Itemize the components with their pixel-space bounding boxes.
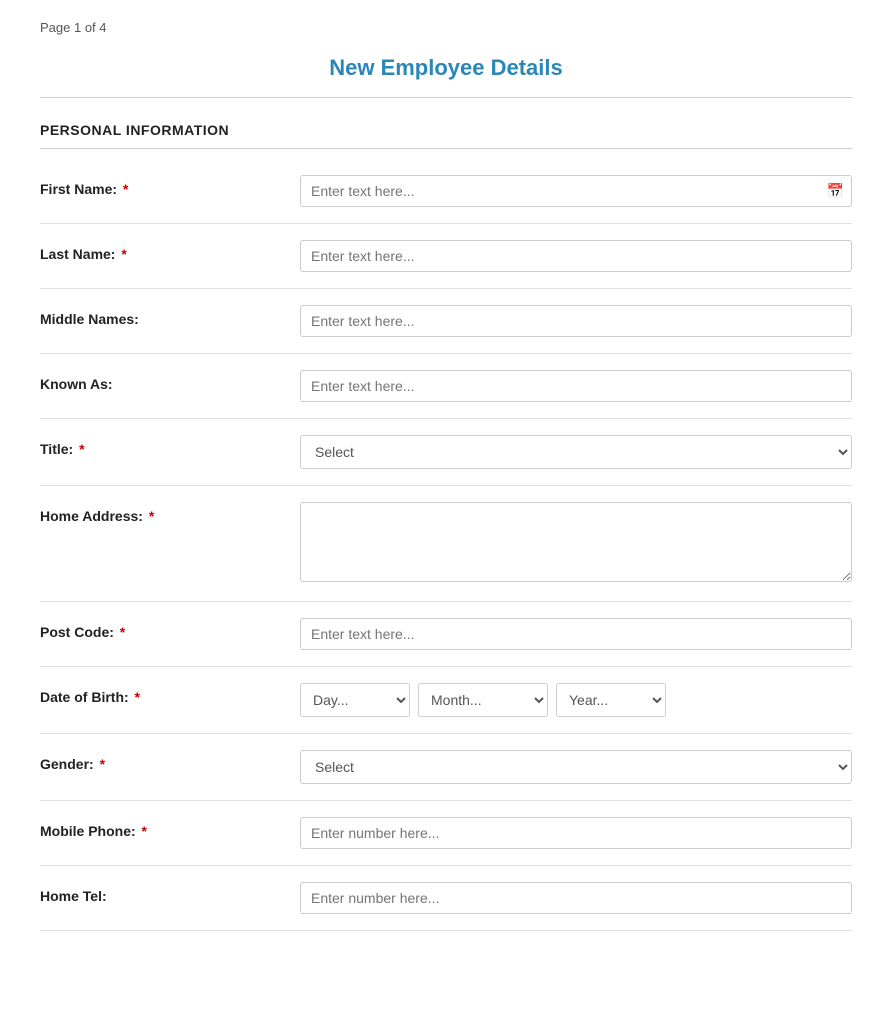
mobile-phone-input[interactable] <box>300 817 852 849</box>
label-mobile-phone: Mobile Phone: * <box>40 817 300 839</box>
required-star-post-code: * <box>116 624 125 640</box>
label-middle-names: Middle Names: <box>40 305 300 327</box>
field-mobile-phone <box>300 817 852 849</box>
required-star-first-name: * <box>119 181 128 197</box>
form-row-known-as: Known As: <box>40 354 852 419</box>
last-name-input[interactable] <box>300 240 852 272</box>
dob-row: Day... 12345 678910 1112131415 161718192… <box>300 683 852 717</box>
section-title-personal-info: PERSONAL INFORMATION <box>40 122 852 138</box>
label-date-of-birth: Date of Birth: * <box>40 683 300 705</box>
home-tel-input[interactable] <box>300 882 852 914</box>
label-home-tel: Home Tel: <box>40 882 300 904</box>
field-date-of-birth: Day... 12345 678910 1112131415 161718192… <box>300 683 852 717</box>
required-star-dob: * <box>131 689 140 705</box>
form-row-gender: Gender: * Select Male Female Non-binary … <box>40 734 852 801</box>
title-divider <box>40 97 852 98</box>
form-title: New Employee Details <box>40 55 852 81</box>
label-first-name: First Name: * <box>40 175 300 197</box>
label-home-address: Home Address: * <box>40 502 300 524</box>
calendar-icon: 📅 <box>827 183 844 200</box>
known-as-input[interactable] <box>300 370 852 402</box>
form-row-last-name: Last Name: * <box>40 224 852 289</box>
middle-names-input[interactable] <box>300 305 852 337</box>
title-select[interactable]: Select Mr Mrs Miss Ms Dr Prof <box>300 435 852 469</box>
form-row-home-address: Home Address: * <box>40 486 852 602</box>
first-name-input[interactable] <box>300 175 852 207</box>
form-row-home-tel: Home Tel: <box>40 866 852 931</box>
field-middle-names <box>300 305 852 337</box>
first-name-input-wrapper: 📅 <box>300 175 852 207</box>
dob-day-select[interactable]: Day... 12345 678910 1112131415 161718192… <box>300 683 410 717</box>
post-code-input[interactable] <box>300 618 852 650</box>
form-row-middle-names: Middle Names: <box>40 289 852 354</box>
form-row-first-name: First Name: * 📅 <box>40 159 852 224</box>
form-row-post-code: Post Code: * <box>40 602 852 667</box>
label-last-name: Last Name: * <box>40 240 300 262</box>
home-address-textarea[interactable] <box>300 502 852 582</box>
gender-select[interactable]: Select Male Female Non-binary Prefer not… <box>300 750 852 784</box>
required-star-home-address: * <box>145 508 154 524</box>
dob-year-select[interactable]: Year... 2005200019951990 198519801975197… <box>556 683 666 717</box>
dob-month-select[interactable]: Month... JanuaryFebruaryMarchApril MayJu… <box>418 683 548 717</box>
label-known-as: Known As: <box>40 370 300 392</box>
field-last-name <box>300 240 852 272</box>
form-row-title: Title: * Select Mr Mrs Miss Ms Dr Prof <box>40 419 852 486</box>
required-star-title: * <box>75 441 84 457</box>
form-row-date-of-birth: Date of Birth: * Day... 12345 678910 111… <box>40 667 852 734</box>
form-row-mobile-phone: Mobile Phone: * <box>40 801 852 866</box>
label-gender: Gender: * <box>40 750 300 772</box>
required-star-gender: * <box>96 756 105 772</box>
label-post-code: Post Code: * <box>40 618 300 640</box>
required-star-last-name: * <box>117 246 126 262</box>
field-gender: Select Male Female Non-binary Prefer not… <box>300 750 852 784</box>
field-title: Select Mr Mrs Miss Ms Dr Prof <box>300 435 852 469</box>
field-post-code <box>300 618 852 650</box>
field-first-name: 📅 <box>300 175 852 207</box>
section-divider <box>40 148 852 149</box>
page-indicator: Page 1 of 4 <box>40 20 852 35</box>
label-title: Title: * <box>40 435 300 457</box>
field-home-address <box>300 502 852 585</box>
page-container: Page 1 of 4 New Employee Details PERSONA… <box>0 0 892 971</box>
field-home-tel <box>300 882 852 914</box>
field-known-as <box>300 370 852 402</box>
required-star-mobile-phone: * <box>138 823 147 839</box>
